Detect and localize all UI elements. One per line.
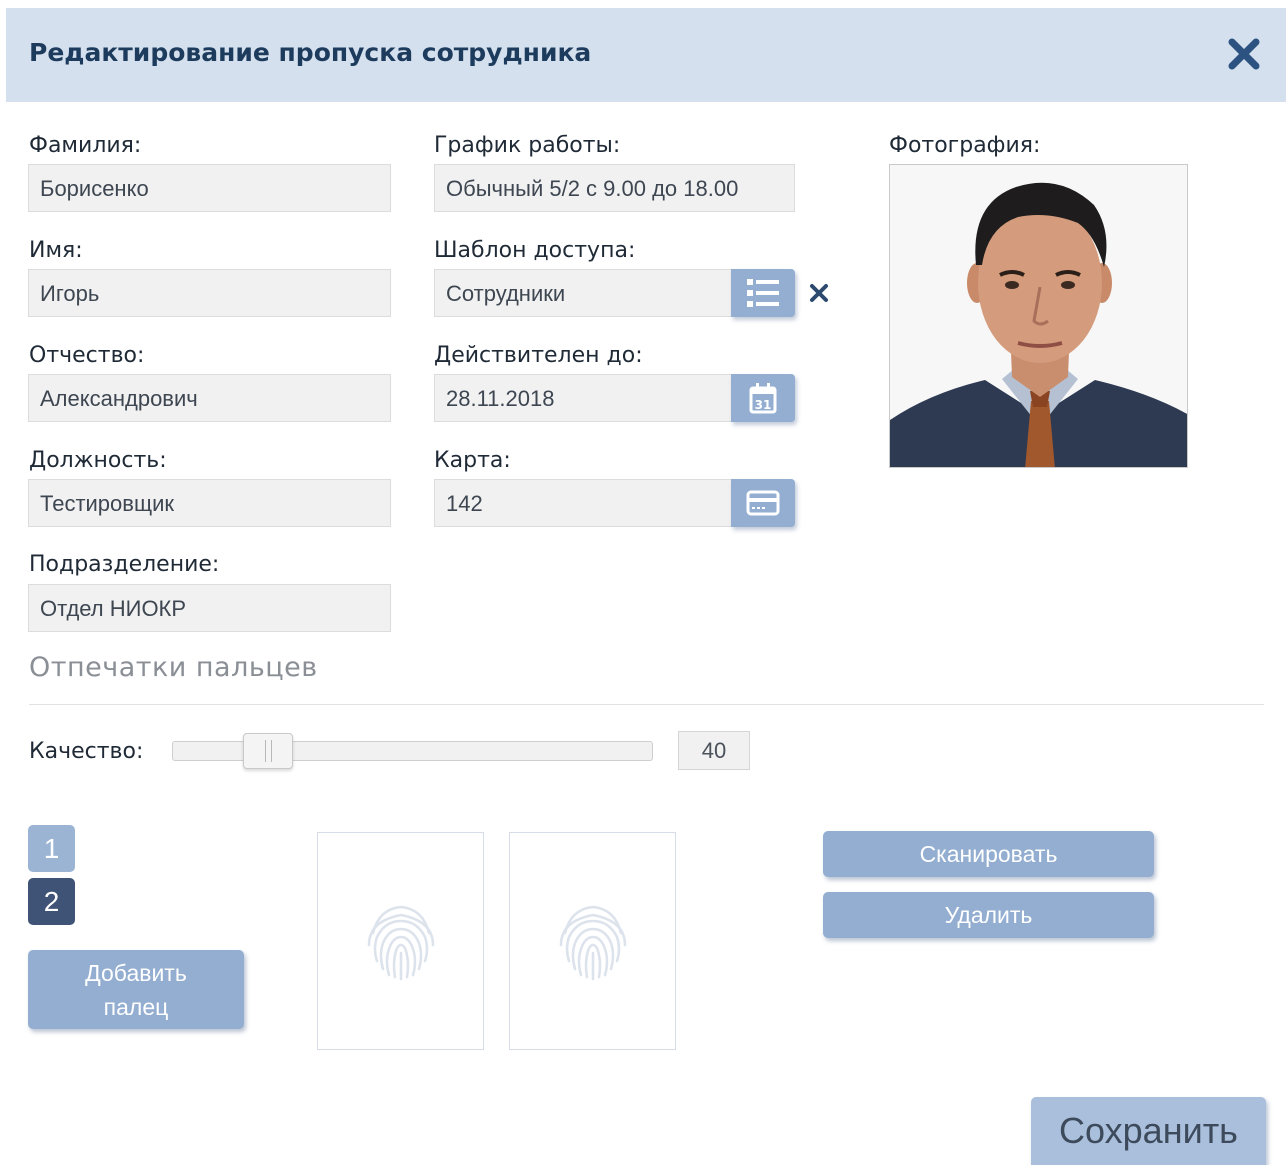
fingerprint-icon (559, 905, 626, 981)
schedule-field[interactable]: Обычный 5/2 с 9.00 до 18.00 (434, 164, 795, 212)
svg-text:31: 31 (755, 398, 772, 412)
card-label: Карта: (434, 448, 511, 473)
fingerprints-section-title: Отпечатки пальцев (29, 652, 318, 683)
add-finger-button[interactable]: Добавить палец (28, 950, 244, 1029)
save-button[interactable]: Сохранить (1031, 1097, 1266, 1165)
add-finger-label-line2: палец (103, 993, 169, 1020)
card-field[interactable]: 142 (434, 479, 732, 527)
dialog-header: Редактирование пропуска сотрудника (6, 8, 1286, 102)
patronymic-field[interactable]: Александрович (28, 374, 391, 422)
photo-label: Фотография: (889, 133, 1041, 158)
finger-tab-2[interactable]: 2 (28, 878, 75, 925)
access-template-label: Шаблон доступа: (434, 238, 636, 263)
quality-slider-handle[interactable] (243, 733, 294, 769)
first-name-label: Имя: (29, 238, 83, 263)
list-icon (747, 279, 779, 307)
add-finger-label: Добавить палец (85, 956, 187, 1024)
fingerprint-icon (367, 905, 434, 981)
schedule-label: График работы: (434, 133, 621, 158)
employee-photo[interactable] (889, 164, 1188, 468)
clear-x-icon[interactable] (807, 281, 831, 305)
close-icon[interactable] (1224, 34, 1264, 74)
add-finger-label-line1: Добавить (85, 959, 187, 986)
last-name-label: Фамилия: (29, 133, 142, 158)
quality-label: Качество: (29, 739, 144, 764)
card-button[interactable] (731, 479, 795, 527)
patronymic-label: Отчество: (29, 343, 145, 368)
quality-value-field[interactable]: 40 (678, 731, 750, 770)
card-icon (746, 490, 780, 516)
last-name-field[interactable]: Борисенко (28, 164, 391, 212)
department-field[interactable]: Отдел НИОКР (28, 584, 391, 632)
valid-until-calendar-button[interactable]: 31 (731, 374, 795, 422)
access-template-list-button[interactable] (731, 269, 795, 317)
scan-button[interactable]: Сканировать (823, 831, 1154, 877)
fingerprint-slot-2[interactable] (509, 832, 676, 1050)
fingerprint-slot-1[interactable] (317, 832, 484, 1050)
position-label: Должность: (29, 448, 167, 473)
calendar-icon: 31 (749, 383, 777, 414)
valid-until-label: Действителен до: (434, 343, 643, 368)
delete-button[interactable]: Удалить (823, 892, 1154, 938)
valid-until-field[interactable]: 28.11.2018 (434, 374, 732, 422)
department-label: Подразделение: (29, 552, 220, 577)
access-template-field[interactable]: Сотрудники (434, 269, 732, 317)
section-divider (29, 704, 1264, 705)
first-name-field[interactable]: Игорь (28, 269, 391, 317)
dialog-title: Редактирование пропуска сотрудника (29, 38, 592, 67)
position-field[interactable]: Тестировщик (28, 479, 391, 527)
finger-tab-1[interactable]: 1 (28, 825, 75, 872)
